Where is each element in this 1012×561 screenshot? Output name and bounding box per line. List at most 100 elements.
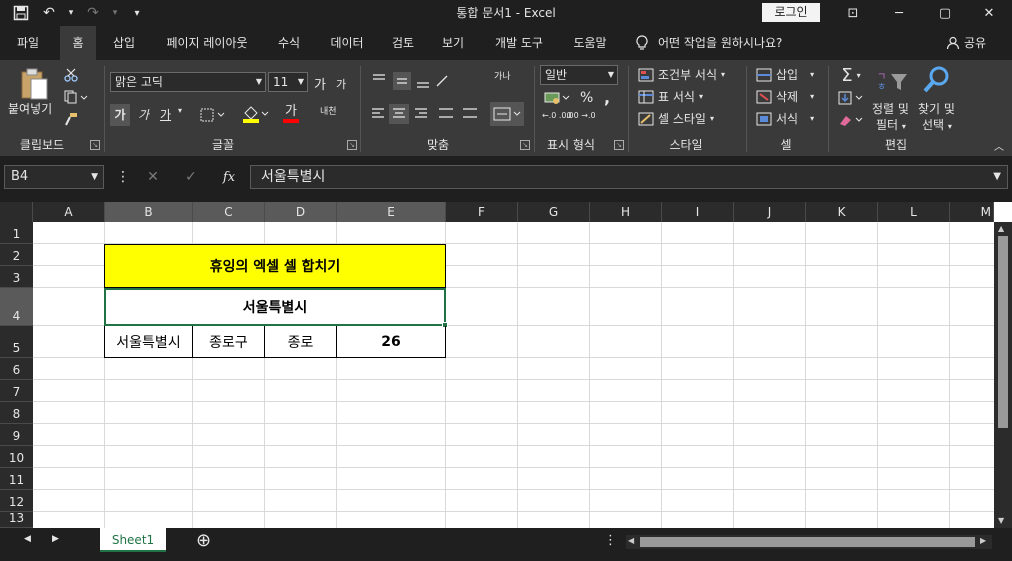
insert-function-icon[interactable]: fx — [210, 170, 248, 185]
percent-button[interactable]: % — [580, 90, 593, 106]
redo-dropdown-icon[interactable]: ▾ — [110, 2, 120, 24]
column-header-i[interactable]: I — [662, 202, 734, 222]
tell-me-search[interactable]: 어떤 작업을 원하시나요? — [636, 26, 782, 60]
conditional-format-button[interactable]: 조건부 서식 ▾ — [638, 66, 725, 83]
format-painter-icon[interactable] — [62, 110, 80, 128]
find-select-label-2[interactable]: 선택 ▾ — [922, 116, 952, 133]
grow-font-button[interactable]: 가 — [314, 74, 326, 93]
column-header-j[interactable]: J — [734, 202, 806, 222]
bold-button[interactable]: 가 — [110, 104, 130, 126]
font-name-combo[interactable]: 맑은 고딕 ▼ — [110, 72, 266, 92]
tab-developer[interactable]: 개발 도구 — [486, 26, 552, 60]
minimize-icon[interactable]: ─ — [876, 0, 922, 26]
cell-d5[interactable]: 종로 — [264, 326, 337, 358]
cell-e5[interactable]: 26 — [336, 326, 446, 358]
column-header-a[interactable]: A — [33, 202, 105, 222]
expand-formula-icon[interactable]: ▼ — [993, 166, 1001, 188]
wrap-text-button[interactable]: 가나 — [494, 72, 511, 82]
comma-button[interactable]: , — [604, 88, 610, 107]
font-color-button[interactable]: 가 — [274, 102, 308, 126]
vertical-scroll-thumb[interactable] — [998, 236, 1008, 428]
copy-icon[interactable] — [62, 88, 90, 106]
number-format-combo[interactable]: 일반 ▼ — [540, 65, 618, 85]
scroll-up-icon[interactable]: ▲ — [998, 224, 1004, 233]
underline-button[interactable]: 가 — [160, 106, 171, 123]
next-sheet-icon[interactable]: ▶ — [52, 534, 59, 544]
column-header-c[interactable]: C — [193, 202, 265, 222]
format-cells-button[interactable]: 서식 ▾ — [756, 110, 814, 127]
merged-cell-b4[interactable]: 서울특별시 — [104, 288, 446, 326]
title-merged-cell[interactable]: 휴잉의 엑셀 셀 합치기 — [104, 244, 446, 288]
row-header-13[interactable]: 13 — [0, 511, 33, 528]
login-button[interactable]: 로그인 — [762, 3, 820, 22]
scroll-left-icon[interactable]: ◀ — [628, 536, 634, 545]
cell-c5[interactable]: 종로구 — [192, 326, 265, 358]
prev-sheet-icon[interactable]: ◀ — [24, 534, 31, 544]
enter-icon[interactable]: ✓ — [172, 169, 210, 185]
customize-qat-icon[interactable]: ▾ — [126, 2, 148, 24]
horizontal-scroll-thumb[interactable] — [640, 537, 975, 547]
alignment-launcher-icon[interactable]: ↘ — [520, 140, 530, 150]
scroll-right-icon[interactable]: ▶ — [980, 536, 986, 545]
add-sheet-icon[interactable]: ⊕ — [196, 530, 211, 551]
formula-input[interactable]: 서울특별시 ▼ — [250, 165, 1008, 189]
column-header-g[interactable]: G — [518, 202, 590, 222]
close-icon[interactable]: ✕ — [966, 0, 1012, 26]
format-as-table-button[interactable]: 표 서식 ▾ — [638, 88, 703, 105]
horizontal-align-icons[interactable] — [368, 102, 480, 126]
column-header-e[interactable]: E — [337, 202, 446, 222]
sheet-tab-sheet1[interactable]: Sheet1 — [100, 528, 166, 552]
merge-center-icon[interactable] — [490, 102, 524, 126]
cancel-icon[interactable]: ✕ — [134, 169, 172, 185]
tab-insert[interactable]: 삽입 — [104, 26, 144, 60]
cell-b5[interactable]: 서울특별시 — [104, 326, 193, 358]
collapse-ribbon-icon[interactable]: ︿ — [994, 138, 1004, 153]
row-header-4[interactable]: 4 — [0, 288, 33, 326]
phonetic-guide-button[interactable]: 내천 — [320, 104, 337, 117]
row-header-6[interactable]: 6 — [0, 358, 33, 380]
save-icon[interactable] — [10, 2, 32, 24]
column-header-l[interactable]: L — [878, 202, 950, 222]
maximize-icon[interactable]: ▢ — [922, 0, 968, 26]
sort-filter-label-2[interactable]: 필터 ▾ — [876, 116, 906, 133]
worksheet-grid[interactable]: A B C D E F G H I J K L M 1 2 3 4 5 6 7 … — [0, 202, 1012, 528]
cut-icon[interactable] — [62, 66, 80, 84]
find-select-label-1[interactable]: 찾기 및 — [918, 100, 955, 117]
row-header-1[interactable]: 1 — [0, 222, 33, 244]
font-size-combo[interactable]: 11 ▼ — [268, 72, 308, 92]
tab-review[interactable]: 검토 — [384, 26, 422, 60]
row-header-2[interactable]: 2 — [0, 244, 33, 266]
tab-file[interactable]: 파일 — [8, 26, 48, 60]
tab-view[interactable]: 보기 — [434, 26, 472, 60]
decrease-decimal-button[interactable]: .00 →.0 — [566, 112, 596, 120]
more-options-icon[interactable]: ⋮ — [116, 169, 130, 185]
tab-page-layout[interactable]: 페이지 레이아웃 — [155, 26, 259, 60]
vertical-align-icons[interactable] — [368, 70, 452, 92]
row-header-11[interactable]: 11 — [0, 468, 33, 490]
fill-icon[interactable] — [836, 88, 866, 108]
tab-formulas[interactable]: 수식 — [270, 26, 308, 60]
accounting-format-icon[interactable] — [542, 88, 572, 108]
row-header-5[interactable]: 5 — [0, 326, 33, 358]
italic-button[interactable]: 가 — [138, 106, 149, 123]
underline-dropdown-icon[interactable]: ▾ — [178, 106, 182, 115]
insert-cells-button[interactable]: 삽입 ▾ — [756, 66, 814, 83]
clear-icon[interactable] — [836, 110, 866, 130]
find-select-icon[interactable] — [920, 64, 952, 96]
row-header-12[interactable]: 12 — [0, 490, 33, 512]
redo-icon[interactable]: ↷ — [82, 2, 104, 24]
share-button[interactable]: 공유 — [946, 26, 986, 60]
row-header-7[interactable]: 7 — [0, 380, 33, 402]
column-header-k[interactable]: K — [806, 202, 878, 222]
name-box[interactable]: B4 ▼ — [4, 165, 104, 189]
column-header-d[interactable]: D — [265, 202, 337, 222]
shrink-font-button[interactable]: 가 — [336, 76, 346, 92]
sheet-options-icon[interactable]: ⋮ — [604, 533, 617, 548]
vertical-scrollbar[interactable]: ▲ ▼ — [994, 222, 1012, 528]
tab-help[interactable]: 도움말 — [566, 26, 614, 60]
font-launcher-icon[interactable]: ↘ — [347, 140, 357, 150]
tab-data[interactable]: 데이터 — [322, 26, 372, 60]
fill-color-icon[interactable] — [240, 102, 270, 126]
tab-home[interactable]: 홈 — [60, 26, 96, 60]
row-header-8[interactable]: 8 — [0, 402, 33, 424]
